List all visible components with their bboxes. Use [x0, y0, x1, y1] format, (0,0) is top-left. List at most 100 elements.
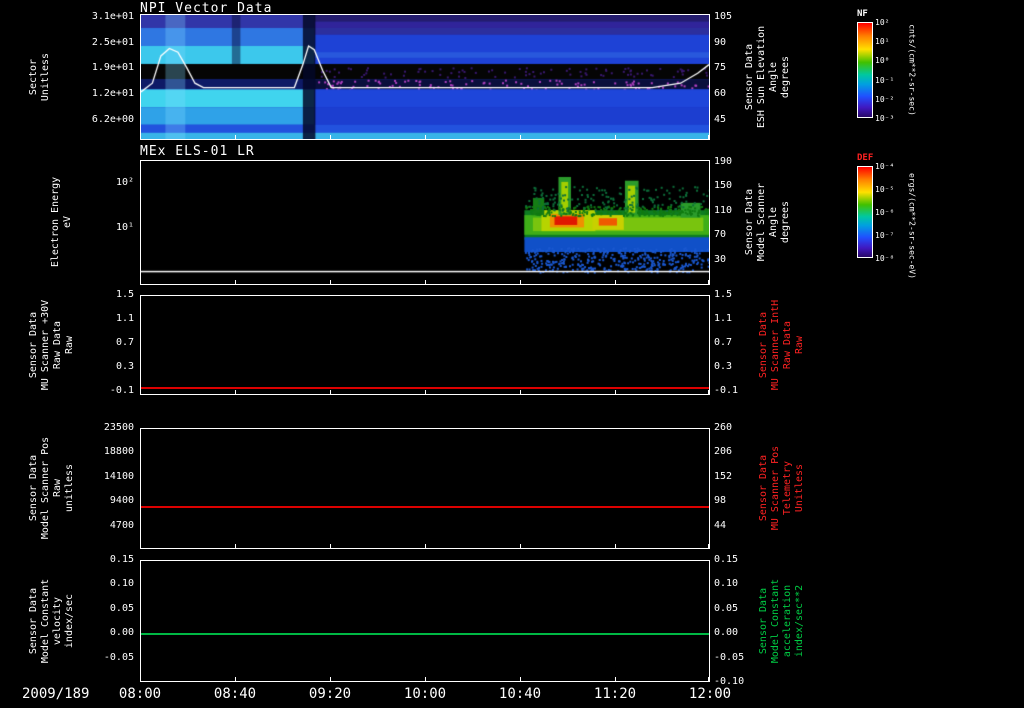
x-tick-mark [520, 280, 521, 284]
panel2-left-tick: 10² [115, 177, 134, 188]
x-tick-mark [708, 135, 709, 139]
x-tick-mark [330, 280, 331, 284]
panel1-right-tick: 60 [714, 88, 727, 99]
panel5-right-tick: -0.05 [714, 652, 745, 663]
panel1-right-tick: 75 [714, 62, 727, 73]
panel4-scanner-pos-plot [140, 428, 710, 549]
panel3-left-tick: -0.1 [109, 385, 134, 396]
panel1-left-tick: 2.5e+01 [91, 37, 134, 48]
axis-label-line: Raw [794, 335, 805, 355]
panel3-left-tick: 1.5 [115, 289, 134, 300]
x-tick-mark [708, 544, 709, 548]
panel5-left-tick: 0.15 [109, 554, 134, 565]
colorbar-nf-tick: 10⁻¹ [875, 76, 895, 85]
x-tick-mark [425, 135, 426, 139]
panel5-left-axis-label: Sensor Data Model Constant velocity inde… [28, 579, 76, 663]
x-axis-tick-label: 08:40 [213, 686, 257, 702]
x-axis-tick-label: 10:40 [498, 686, 542, 702]
nf-colorbar-units: cnts/(cm**2-sr-sec) [907, 24, 917, 116]
axis-label-line: Angle [768, 206, 779, 238]
panel1-left-tick: 1.2e+01 [91, 88, 134, 99]
x-tick-mark [425, 677, 426, 681]
x-tick-mark [330, 135, 331, 139]
panel5-left-tick: 0.10 [109, 578, 134, 589]
x-axis-tick-label: 09:20 [308, 686, 352, 702]
colorbar-def-tick: 10⁻⁶ [875, 208, 895, 217]
panel5-right-axis-label: Sensor Data Model Constant acceleration … [758, 579, 806, 663]
panel3-mu-scanner-plot [140, 295, 710, 395]
panel3-right-tick: -0.1 [714, 385, 739, 396]
x-tick-mark [520, 677, 521, 681]
colorbar-nf-tick: 10² [875, 18, 890, 27]
x-tick-mark [520, 135, 521, 139]
panel2-right-tick: 110 [714, 205, 733, 216]
npi-spectrogram-canvas [141, 15, 709, 139]
colorbar-nf-tick: 10⁰ [875, 56, 890, 65]
axis-label-line: acceleration [782, 584, 793, 658]
els-spectrogram-canvas [141, 161, 709, 284]
panel1-left-tick: 1.9e+01 [91, 62, 134, 73]
panel1-left-tick: 6.2e+00 [91, 114, 134, 125]
x-axis-tick-label: 11:20 [593, 686, 637, 702]
panel5-left-tick: -0.05 [103, 652, 134, 663]
panel3-right-tick: 1.5 [714, 289, 733, 300]
panel5-right-tick: 0.00 [714, 627, 739, 638]
axis-label-line: Model Constant [40, 578, 51, 664]
x-tick-mark [425, 390, 426, 394]
x-tick-mark [615, 677, 616, 681]
panel5-data-line [141, 633, 709, 635]
x-tick-mark [140, 390, 141, 394]
panel2-right-tick: 190 [714, 156, 733, 167]
colorbar-nf-title: NF [857, 9, 868, 19]
axis-label-line: Sensor Data [758, 454, 769, 522]
colorbar-def-title: DEF [857, 153, 874, 163]
panel3-right-tick: 0.3 [714, 361, 733, 372]
panel3-left-tick: 0.7 [115, 337, 134, 348]
panel3-right-axis-label: Sensor Data MU Scanner IntH Raw Data Raw [758, 300, 806, 390]
x-tick-mark [520, 544, 521, 548]
date-label: 2009/189 [22, 686, 90, 702]
x-tick-mark [708, 280, 709, 284]
panel4-data-line [141, 506, 709, 508]
panel1-left-tick: 3.1e+01 [91, 11, 134, 22]
axis-label-line: MU Scanner Pos [770, 445, 781, 531]
panel4-right-tick: 152 [714, 471, 733, 482]
x-tick-mark [425, 544, 426, 548]
colorbar-def-tick: 10⁻⁵ [875, 185, 895, 194]
panel5-left-tick: 0.00 [109, 627, 134, 638]
x-axis-tick-label: 10:00 [403, 686, 447, 702]
panel4-left-tick: 18800 [103, 446, 134, 457]
panel1-right-tick: 105 [714, 11, 733, 22]
x-tick-mark [140, 677, 141, 681]
x-tick-mark [140, 280, 141, 284]
panel4-left-tick: 23500 [103, 422, 134, 433]
panel5-right-tick: 0.05 [714, 603, 739, 614]
x-axis-tick-label: 12:00 [688, 686, 732, 702]
panel2-right-axis-label: Sensor Data Model Scanner Angle degrees [744, 183, 792, 261]
panel4-right-axis-label: Sensor Data MU Scanner Pos Telemetry Uni… [758, 446, 806, 530]
x-tick-mark [235, 135, 236, 139]
x-tick-mark [235, 280, 236, 284]
panel4-left-tick: 14100 [103, 471, 134, 482]
x-tick-mark [615, 135, 616, 139]
panel1-right-tick: 90 [714, 37, 727, 48]
axis-label-line: Model Constant [770, 578, 781, 664]
x-tick-mark [425, 280, 426, 284]
plot-page: NPI Vector Data MEx ELS-01 LR Sector Uni… [0, 0, 1024, 708]
def-colorbar [857, 166, 873, 258]
x-tick-mark [615, 544, 616, 548]
panel2-left-tick: 10¹ [115, 222, 134, 233]
axis-label-line: degrees [780, 200, 791, 244]
x-tick-mark [235, 677, 236, 681]
panel1-right-tick: 45 [714, 114, 727, 125]
axis-label-line: Sensor Data [744, 43, 755, 111]
panel4-right-tick: 98 [714, 495, 727, 506]
panel4-right-tick: 260 [714, 422, 733, 433]
colorbar-def-tick: 10⁻⁴ [875, 162, 895, 171]
axis-label-line: ESH Sun Elevation [756, 25, 767, 129]
panel4-right-tick: 206 [714, 446, 733, 457]
panel4-right-tick: 44 [714, 520, 727, 531]
axis-label-line: velocity [52, 596, 63, 646]
x-tick-mark [708, 677, 709, 681]
axis-label-line: Raw Data [782, 320, 793, 370]
